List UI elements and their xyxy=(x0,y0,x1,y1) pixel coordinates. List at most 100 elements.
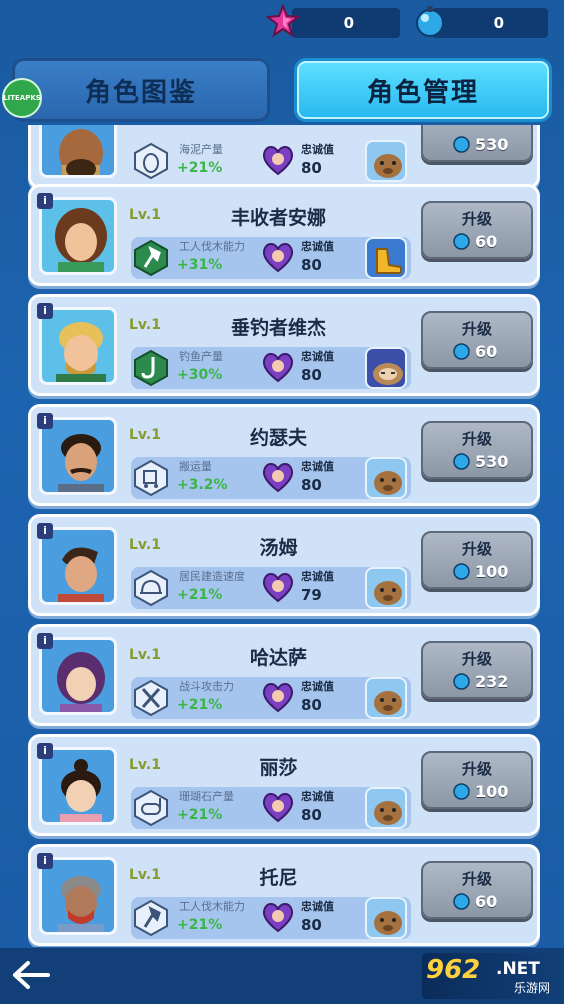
loyalty-label: 忠诚值 xyxy=(301,350,334,363)
upgrade-button[interactable]: 升级 100 xyxy=(421,751,533,809)
upgrade-label: 升级 xyxy=(461,760,492,778)
info-icon[interactable]: i xyxy=(37,743,53,759)
character-card: i Lv.1 哈达萨 战斗攻击力 +21% 忠诚值 80 升级 232 xyxy=(28,624,540,726)
upgrade-button[interactable]: 530 xyxy=(421,125,533,162)
gem-icon xyxy=(453,783,470,800)
gem-icon xyxy=(453,343,470,360)
loyalty-value: 80 xyxy=(301,806,322,824)
upgrade-button[interactable]: 升级 60 xyxy=(421,311,533,369)
capybara-pet-icon[interactable] xyxy=(365,457,407,499)
character-name: 汤姆 xyxy=(259,537,298,559)
loyalty-value: 80 xyxy=(301,916,322,934)
upgrade-button[interactable]: 升级 60 xyxy=(421,201,533,259)
helmet-icon xyxy=(134,569,168,607)
upgrade-button[interactable]: 升级 100 xyxy=(421,531,533,589)
character-card: i Lv.1 约瑟夫 搬运量 +3.2% 忠诚值 80 升级 530 xyxy=(28,404,540,506)
heart-icon xyxy=(262,463,294,493)
axe-icon xyxy=(134,899,168,937)
skill-label: 珊瑚石产量 xyxy=(179,790,234,803)
upgrade-label: 升级 xyxy=(461,430,492,448)
heart-icon xyxy=(262,573,294,603)
skill-bonus: +21% xyxy=(177,697,223,713)
heart-icon xyxy=(262,793,294,823)
character-card: i Lv.1 丽莎 珊瑚石产量 +21% 忠诚值 80 升级 100 xyxy=(28,734,540,836)
axe-icon xyxy=(134,239,168,277)
skill-label: 海泥产量 xyxy=(179,143,223,156)
capybara-pet-icon[interactable] xyxy=(365,897,407,939)
crossed-swords-icon xyxy=(134,679,168,717)
info-icon[interactable]: i xyxy=(37,633,53,649)
upgrade-label: 升级 xyxy=(461,320,492,338)
character-name: 约瑟夫 xyxy=(249,427,307,449)
info-icon[interactable]: i xyxy=(37,523,53,539)
heart-icon xyxy=(262,683,294,713)
skill-bonus: +30% xyxy=(177,367,223,383)
upgrade-label: 升级 xyxy=(461,650,492,668)
heart-icon xyxy=(262,243,294,273)
loyalty-value: 79 xyxy=(301,586,322,604)
skill-label: 居民建造速度 xyxy=(179,570,245,583)
loyalty-label: 忠诚值 xyxy=(301,680,334,693)
character-level: Lv.1 xyxy=(129,757,161,773)
capybara-pet-icon[interactable] xyxy=(365,140,407,182)
tab-character-management[interactable]: 角色管理 xyxy=(294,58,552,122)
character-portrait[interactable] xyxy=(39,125,117,178)
upgrade-button[interactable]: 升级 530 xyxy=(421,421,533,479)
golden-boot-pet-icon[interactable] xyxy=(365,237,407,279)
gem-icon xyxy=(453,893,470,910)
gem-icon xyxy=(453,673,470,690)
character-name: 哈达萨 xyxy=(249,647,307,669)
skill-bonus: +21% xyxy=(177,807,223,823)
gem-icon xyxy=(453,563,470,580)
upgrade-cost: 60 xyxy=(475,232,498,251)
heart-icon xyxy=(262,353,294,383)
capybara-pet-icon[interactable] xyxy=(365,677,407,719)
character-name: 托尼 xyxy=(259,867,298,889)
loyalty-label: 忠诚值 xyxy=(301,143,334,156)
skill-label: 工人伐木能力 xyxy=(179,900,245,913)
info-icon[interactable]: i xyxy=(37,853,53,869)
snorkel-mask-icon xyxy=(134,789,168,827)
heart-icon xyxy=(262,903,294,933)
sloth-pet-icon[interactable] xyxy=(365,347,407,389)
loyalty-label: 忠诚值 xyxy=(301,790,334,803)
upgrade-label: 升级 xyxy=(461,870,492,888)
star-count: 0 xyxy=(343,14,354,32)
skill-bonus: +3.2% xyxy=(177,477,228,493)
character-card: i Lv.1 汤姆 居民建造速度 +21% 忠诚值 79 升级 100 xyxy=(28,514,540,616)
upgrade-cost: 232 xyxy=(475,672,509,691)
skill-bonus: +21% xyxy=(177,587,223,603)
info-icon[interactable]: i xyxy=(37,303,53,319)
gem-icon xyxy=(453,136,470,153)
star-counter: 0 xyxy=(292,8,400,38)
character-name: 丰收者安娜 xyxy=(230,207,326,229)
upgrade-cost: 100 xyxy=(475,562,509,581)
loyalty-label: 忠诚值 xyxy=(301,240,334,253)
character-card: i Lv.1 丰收者安娜 工人伐木能力 +31% 忠诚值 80 升级 60 xyxy=(28,184,540,286)
liteapks-logo: LITEAPKS xyxy=(2,78,42,118)
loyalty-label: 忠诚值 xyxy=(301,460,334,473)
gem-icon xyxy=(453,453,470,470)
upgrade-cost: 100 xyxy=(475,782,509,801)
watermark-brand: 962 xyxy=(426,955,481,985)
cart-icon xyxy=(134,459,168,497)
upgrade-button[interactable]: 升级 60 xyxy=(421,861,533,919)
info-icon[interactable]: i xyxy=(37,413,53,429)
skill-bonus: +21% xyxy=(177,917,223,933)
character-level: Lv.1 xyxy=(129,317,161,333)
loyalty-value: 80 xyxy=(301,159,322,177)
gem-icon xyxy=(453,233,470,250)
tab-character-codex[interactable]: 角色图鉴 xyxy=(12,58,270,122)
watermark-sub: 乐游网 xyxy=(514,981,551,995)
capybara-pet-icon[interactable] xyxy=(365,787,407,829)
capybara-pet-icon[interactable] xyxy=(365,567,407,609)
watermark-suffix: .NET xyxy=(496,959,540,979)
upgrade-button[interactable]: 升级 232 xyxy=(421,641,533,699)
fishhook-icon xyxy=(134,349,168,387)
character-list[interactable]: 海泥产量 +21% 忠诚值 80 530 i Lv.1 丰收者安娜 工人伐木能力… xyxy=(0,125,564,947)
upgrade-label: 升级 xyxy=(461,540,492,558)
back-arrow-icon[interactable] xyxy=(12,960,50,990)
skill-label: 战斗攻击力 xyxy=(179,680,234,693)
info-icon[interactable]: i xyxy=(37,193,53,209)
skill-label: 搬运量 xyxy=(179,460,212,473)
